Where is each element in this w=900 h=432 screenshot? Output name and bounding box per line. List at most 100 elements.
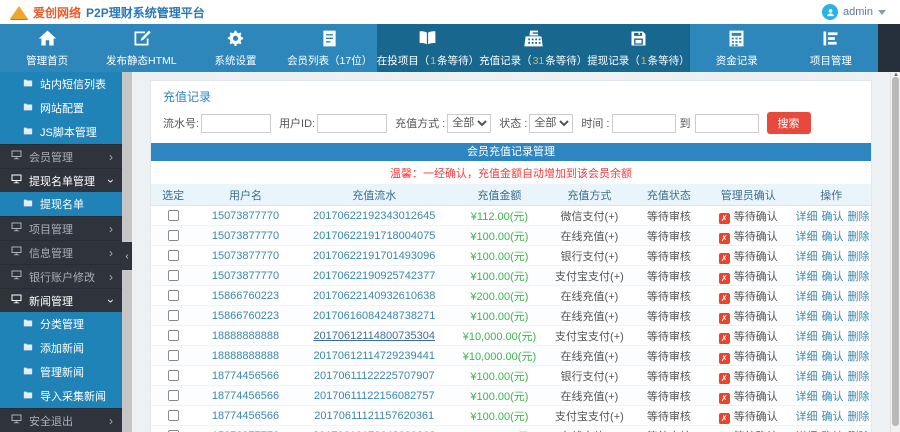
nav-item-withdraw-records[interactable]: 提现记录（1条等待） (587, 24, 690, 72)
serial-input[interactable] (201, 113, 272, 133)
nav-item-project-manage[interactable]: 项目管理 (784, 24, 878, 72)
action-detail[interactable]: 详细 (796, 271, 818, 283)
search-button[interactable]: 搜索 (766, 112, 811, 134)
action-confirm[interactable]: 确认 (822, 251, 844, 263)
time-to-input[interactable] (694, 113, 759, 133)
status-cell: 等待审核 (632, 225, 706, 246)
row-checkbox[interactable] (167, 229, 179, 242)
action-delete[interactable]: 删除 (848, 211, 870, 223)
sidebar-item-news-import[interactable]: 导入采集新闻 (0, 384, 122, 408)
sidebar-item-info-manage[interactable]: 信息管理 › (0, 240, 122, 264)
sidebar-collapse-handle[interactable]: ‹ (122, 242, 132, 270)
serial-link[interactable]: 20170622190925742377 (313, 270, 435, 282)
action-delete[interactable]: 删除 (848, 251, 870, 263)
user-id-input[interactable] (317, 113, 388, 133)
recharge-method-select[interactable]: 全部 (447, 113, 492, 133)
sidebar-item-label: 分类管理 (40, 319, 84, 331)
serial-link[interactable]: 20170612114729239441 (313, 350, 435, 362)
nav-item-publish-html[interactable]: 发布静态HTML (94, 24, 188, 72)
time-from-input[interactable] (611, 113, 676, 133)
sidebar-item-site-config[interactable]: 网站配置 (0, 96, 122, 120)
action-delete[interactable]: 删除 (848, 411, 870, 423)
amount-cell: ¥10,000.00(元) (452, 325, 547, 346)
serial-link[interactable]: 20170622140932610638 (313, 290, 435, 302)
nav-item-member-list[interactable]: 会员列表（17位） (283, 24, 377, 72)
sidebar-item-member-manage[interactable]: 会员管理 › (0, 144, 122, 168)
action-detail[interactable]: 详细 (796, 331, 818, 343)
row-checkbox[interactable] (167, 409, 179, 422)
sidebar-item-withdraw-name[interactable]: 提现名单 (0, 192, 122, 216)
serial-link[interactable]: 20170611122225707907 (314, 370, 435, 382)
pending-count: 1 (640, 55, 647, 67)
user-menu[interactable]: admin (822, 0, 886, 24)
row-checkbox[interactable] (167, 349, 179, 362)
nav-item-invest-projects[interactable]: 在投项目（1条等待） (376, 24, 480, 72)
sidebar-item-logout[interactable]: 安全退出 › (0, 408, 122, 432)
serial-link[interactable]: 20170616084248738271 (313, 310, 435, 322)
action-detail[interactable]: 详细 (796, 291, 818, 303)
serial-label: 流水号: (163, 118, 200, 130)
serial-link[interactable]: 20170622192343012645 (313, 210, 435, 222)
action-confirm[interactable]: 确认 (822, 231, 844, 243)
row-checkbox[interactable] (167, 209, 179, 222)
action-delete[interactable]: 删除 (848, 291, 870, 303)
action-detail[interactable]: 详细 (796, 211, 818, 223)
action-delete[interactable]: 删除 (848, 311, 870, 323)
sidebar-item-news-category[interactable]: 分类管理 (0, 312, 122, 336)
row-checkbox[interactable] (167, 249, 179, 262)
sidebar-scrollbar[interactable]: ‹ (122, 72, 132, 432)
action-delete[interactable]: 删除 (848, 351, 870, 363)
row-checkbox[interactable] (167, 329, 179, 342)
action-detail[interactable]: 详细 (796, 311, 818, 323)
action-confirm[interactable]: 确认 (822, 291, 844, 303)
row-checkbox[interactable] (167, 369, 179, 382)
sidebar-item-withdraw-name-manage[interactable]: 提现名单管理 › (0, 168, 122, 192)
action-confirm[interactable]: 确认 (822, 211, 844, 223)
serial-link[interactable]: 20170611122156082757 (314, 390, 435, 402)
row-checkbox[interactable] (167, 389, 179, 402)
sidebar-item-js-script-manage[interactable]: JS脚本管理 (0, 120, 122, 144)
nav-item-recharge-records[interactable]: 充值记录（31条等待） (479, 24, 588, 72)
main-scrollbar[interactable]: ▲ (890, 72, 900, 432)
sidebar-item-project-manage[interactable]: 项目管理 › (0, 216, 122, 240)
action-confirm[interactable]: 确认 (822, 271, 844, 283)
action-detail[interactable]: 详细 (796, 391, 818, 403)
action-confirm[interactable]: 确认 (822, 411, 844, 423)
sidebar-item-label: 银行账户修改 (29, 271, 95, 284)
sidebar-item-news-edit[interactable]: 管理新闻 (0, 360, 122, 384)
sidebar-item-label: 提现名单管理 (29, 175, 95, 188)
main-scrollbar-thumb[interactable] (892, 77, 899, 426)
action-detail[interactable]: 详细 (796, 351, 818, 363)
action-confirm[interactable]: 确认 (822, 331, 844, 343)
serial-link[interactable]: 20170622191701493096 (313, 250, 435, 262)
nav-item-settings[interactable]: 系统设置 (188, 24, 282, 72)
action-detail[interactable]: 详细 (796, 371, 818, 383)
action-confirm[interactable]: 确认 (822, 351, 844, 363)
status-select[interactable]: 全部 (529, 113, 574, 133)
action-detail[interactable]: 详细 (796, 231, 818, 243)
action-confirm[interactable]: 确认 (822, 371, 844, 383)
action-confirm[interactable]: 确认 (822, 391, 844, 403)
sidebar-item-news-add[interactable]: 添加新闻 (0, 336, 122, 360)
user-id-label: 用户ID: (279, 118, 316, 130)
sidebar-item-news-manage[interactable]: 新闻管理 › (0, 288, 122, 312)
sidebar-item-bank-account-edit[interactable]: 银行账户修改 › (0, 264, 122, 288)
action-confirm[interactable]: 确认 (822, 311, 844, 323)
serial-link[interactable]: 20170622191718004075 (313, 230, 435, 242)
nav-item-fund-records[interactable]: 资金记录 (690, 24, 784, 72)
action-delete[interactable]: 删除 (848, 231, 870, 243)
serial-link[interactable]: 20170611121157620361 (314, 410, 434, 422)
username-cell: 15866760223 (195, 285, 296, 306)
row-checkbox[interactable] (167, 309, 179, 322)
nav-item-home[interactable]: 管理首页 (0, 24, 94, 72)
row-checkbox[interactable] (167, 289, 179, 302)
serial-link[interactable]: 20170612114800735304 (313, 330, 435, 342)
action-delete[interactable]: 删除 (848, 371, 870, 383)
action-delete[interactable]: 删除 (848, 391, 870, 403)
action-delete[interactable]: 删除 (848, 271, 870, 283)
action-delete[interactable]: 删除 (848, 331, 870, 343)
action-detail[interactable]: 详细 (796, 251, 818, 263)
sidebar-item-sms-list[interactable]: 站内短信列表 (0, 72, 122, 96)
action-detail[interactable]: 详细 (796, 411, 818, 423)
row-checkbox[interactable] (167, 269, 179, 282)
